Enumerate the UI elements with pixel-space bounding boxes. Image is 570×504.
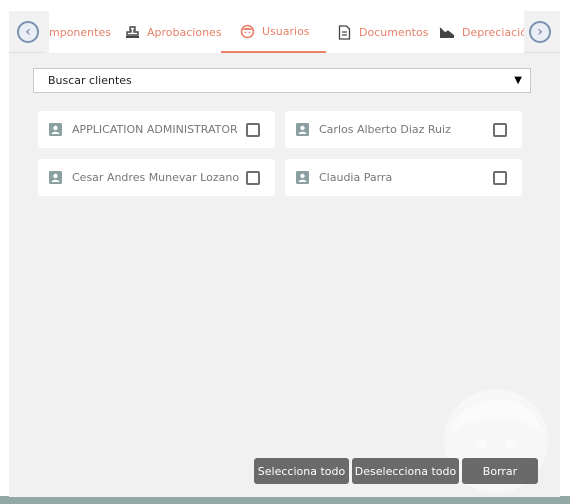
document-icon (336, 24, 352, 40)
user-checkbox[interactable] (493, 171, 507, 185)
search-placeholder: Buscar clientes (48, 74, 132, 87)
user-name: Claudia Parra (319, 171, 393, 184)
user-checkbox[interactable] (246, 171, 260, 185)
contact-icon (49, 171, 62, 184)
tab-usuarios[interactable]: Usuarios (221, 11, 326, 53)
user-card[interactable]: Claudia Parra (285, 159, 522, 196)
contact-icon (49, 123, 62, 136)
search-clients-select[interactable]: Buscar clientes ▼ (33, 68, 531, 93)
tab-aprobaciones[interactable]: Aprobaciones (124, 11, 222, 53)
tab-componentes[interactable]: mponentes (49, 11, 111, 53)
tab-bar: ‹ mponentes Aprobaciones Usuarios Docume… (9, 11, 560, 53)
user-card[interactable]: Carlos Alberto Diaz Ruiz (285, 111, 522, 148)
tabs-strip: mponentes Aprobaciones Usuarios Document… (43, 11, 524, 53)
tab-label: mponentes (49, 25, 111, 39)
tab-depreciacion[interactable]: Depreciación (439, 11, 524, 53)
user-checkbox[interactable] (246, 123, 260, 137)
contact-icon (296, 171, 309, 184)
tab-documentos[interactable]: Documentos (336, 11, 428, 53)
caret-down-icon: ▼ (514, 75, 522, 86)
tab-label: Documentos (359, 25, 429, 39)
user-card[interactable]: Cesar Andres Munevar Lozano (38, 159, 275, 196)
tab-label: Usuarios (262, 24, 310, 38)
delete-button[interactable]: Borrar (462, 458, 538, 484)
bottom-strip (0, 496, 570, 504)
user-face-icon (239, 23, 255, 39)
scroll-tabs-left-button[interactable]: ‹ (17, 21, 39, 43)
user-name: APPLICATION ADMINISTRATOR (72, 123, 238, 136)
user-checkbox[interactable] (493, 123, 507, 137)
tab-label: Aprobaciones (147, 25, 222, 39)
contact-icon (296, 123, 309, 136)
chevron-right-icon: › (537, 24, 543, 40)
deselect-all-button[interactable]: Deselecciona todo (352, 458, 459, 484)
select-all-button[interactable]: Selecciona todo (254, 458, 349, 484)
chevron-left-icon: ‹ (25, 24, 31, 40)
user-name: Carlos Alberto Diaz Ruiz (319, 123, 451, 136)
stamp-icon (124, 24, 140, 40)
user-name: Cesar Andres Munevar Lozano (72, 171, 240, 184)
tab-label: Depreciación (462, 25, 524, 39)
scroll-tabs-right-button[interactable]: › (529, 21, 551, 43)
user-card[interactable]: APPLICATION ADMINISTRATOR (38, 111, 275, 148)
users-panel: ‹ mponentes Aprobaciones Usuarios Docume… (9, 11, 560, 497)
chart-down-icon (439, 24, 455, 40)
